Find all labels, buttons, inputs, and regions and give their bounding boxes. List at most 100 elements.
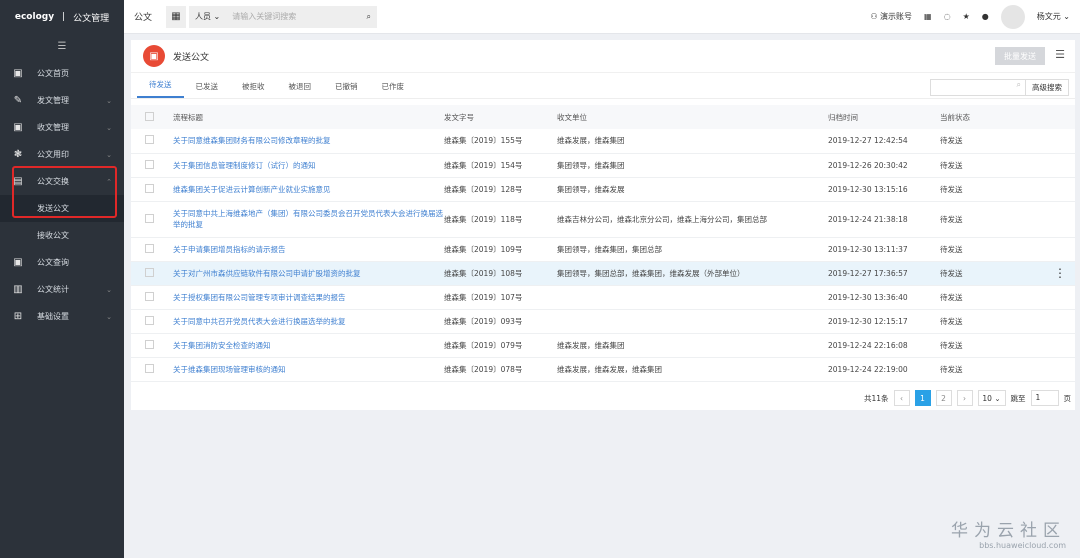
sidebar-item-label: 公文用印 <box>37 150 69 159</box>
sidebar-item[interactable]: ⊞ 基础设置 ⌄ <box>0 303 124 330</box>
row-title-link[interactable]: 维森集团关于促进云计算创新产业就业实施意见 <box>173 177 444 202</box>
table-row[interactable]: 关于维森集团现场管理审核的通知 维森集〔2019〕078号 维森发展，维森发展，… <box>131 357 1075 382</box>
advanced-search-button[interactable]: 高级搜索 <box>1026 79 1069 96</box>
module-name: 公文管理 <box>73 13 110 24</box>
refresh-icon[interactable]: ◌ <box>944 12 951 21</box>
table-row[interactable]: 维森集团关于促进云计算创新产业就业实施意见 维森集〔2019〕128号 集团领导… <box>131 177 1075 202</box>
top-title[interactable]: 公文 <box>134 10 152 23</box>
table-row[interactable]: 关于集团消防安全检查的通知 维森集〔2019〕079号 维森发展，维森集团 20… <box>131 333 1075 358</box>
table-row[interactable]: 关于申请集团增员指标的请示报告 维森集〔2019〕109号 集团领导，维森集团，… <box>131 237 1075 262</box>
search-icon[interactable]: ⌕ <box>367 12 371 22</box>
row-title-link[interactable]: 关于同意中共上海维森地产（集团）有限公司委员会召开党员代表大会进行换届选举的批复 <box>173 201 444 238</box>
search-box[interactable]: 人员 ⌄ 请输入关键词搜索 ⌕ <box>189 5 378 28</box>
page-1-button[interactable]: 1 <box>914 390 931 406</box>
row-title-link[interactable]: 关于授权集团有限公司管理专项审计调查结果的报告 <box>173 285 444 310</box>
row-status: 待发送 <box>940 333 1045 358</box>
sidebar-item[interactable]: ▣ 收文管理 ⌄ <box>0 114 124 141</box>
row-checkbox[interactable] <box>145 183 154 193</box>
sidebar-item[interactable]: ▣ 公文查询 <box>0 249 124 276</box>
document-table: 流程标题 发文字号 收文单位 归档时间 当前状态 关于同意维森集团财务有限公司修… <box>131 105 1075 382</box>
row-number: 维森集〔2019〕093号 <box>444 309 557 334</box>
col-status[interactable]: 当前状态 <box>940 105 1045 129</box>
select-all-checkbox[interactable] <box>145 111 154 121</box>
table-row[interactable]: 关于同意中共上海维森地产（集团）有限公司委员会召开党员代表大会进行换届选举的批复… <box>131 201 1075 238</box>
next-page-button[interactable]: › <box>956 390 973 406</box>
col-number[interactable]: 发文字号 <box>444 105 557 129</box>
prev-page-button[interactable]: ‹ <box>893 390 910 406</box>
row-status: 待发送 <box>940 357 1045 382</box>
row-checkbox[interactable] <box>145 339 154 349</box>
watermark-title: 华为云社区 <box>951 521 1066 541</box>
sidebar-item-label: 公文查询 <box>37 258 69 267</box>
sidebar-item[interactable]: ✎ 发文管理 ⌄ <box>0 87 124 114</box>
row-unit: 维森吉林分公司，维森北京分公司，维森上海分公司，集团总部 <box>557 201 828 238</box>
menu-icon: ❃ <box>13 149 23 160</box>
row-time: 2019-12-24 22:16:08 <box>828 333 940 358</box>
tab[interactable]: 已作废 <box>370 81 417 98</box>
row-checkbox[interactable] <box>145 135 154 145</box>
row-checkbox[interactable] <box>145 243 154 253</box>
row-checkbox[interactable] <box>145 159 154 169</box>
table-row[interactable]: 关于对广州市森供应链软件有限公司申请扩股增资的批复 维森集〔2019〕108号 … <box>131 261 1075 286</box>
table-row[interactable]: 关于授权集团有限公司管理专项审计调查结果的报告 维森集〔2019〕107号 20… <box>131 285 1075 310</box>
star-icon[interactable]: ★ <box>963 12 970 21</box>
row-checkbox[interactable] <box>145 363 154 373</box>
list-menu-icon[interactable]: ☰ <box>1055 48 1065 61</box>
row-title-link[interactable]: 关于同意维森集团财务有限公司修改章程的批复 <box>173 129 444 154</box>
col-time[interactable]: 归档时间 <box>828 105 940 129</box>
top-bar: 公文 ▦ 人员 ⌄ 请输入关键词搜索 ⌕ ⚇ 演示账号 ▦ ◌ ★ ● 杨文元 … <box>124 0 1080 34</box>
sidebar-item[interactable]: 接收公文 <box>0 222 124 249</box>
col-unit[interactable]: 收文单位 <box>557 105 828 129</box>
sidebar: ecology | 公文管理 ☰ ▣ 公文首页 ✎ 发文管理 ⌄ ▣ 收文管理 ⌄ ❃ 公文用印 ⌄ ▤… <box>0 0 124 558</box>
row-status: 待发送 <box>940 177 1045 202</box>
apps-icon[interactable]: ▦ <box>166 5 187 28</box>
col-title[interactable]: 流程标题 <box>173 105 444 129</box>
brand: ecology | 公文管理 <box>14 12 110 24</box>
table-row[interactable]: 关于集团信息管理制度修订（试行）的通知 维森集〔2019〕154号 集团领导，维… <box>131 153 1075 178</box>
row-checkbox[interactable] <box>145 267 154 277</box>
more-options-icon[interactable]: ⋮ <box>1054 266 1066 280</box>
tab[interactable]: 被拒收 <box>230 81 277 98</box>
row-title-link[interactable]: 关于申请集团增员指标的请示报告 <box>173 237 444 262</box>
search-input[interactable]: 请输入关键词搜索 <box>232 11 366 22</box>
tab[interactable]: 已发送 <box>184 81 231 98</box>
table-row[interactable]: 关于同意中共召开党员代表大会进行换届选举的批复 维森集〔2019〕093号 20… <box>131 309 1075 334</box>
sidebar-item[interactable]: ▥ 公文统计 ⌄ <box>0 276 124 303</box>
chat-icon[interactable]: ● <box>982 12 989 21</box>
row-title-link[interactable]: 关于集团消防安全检查的通知 <box>173 333 444 358</box>
quick-search-input[interactable]: ⌕ <box>930 79 1026 96</box>
row-title-link[interactable]: 关于维森集团现场管理审核的通知 <box>173 357 444 382</box>
menu-toggle-icon[interactable]: ☰ <box>0 34 124 60</box>
sidebar-item[interactable]: ▣ 公文首页 <box>0 60 124 87</box>
row-title-link[interactable]: 关于集团信息管理制度修订（试行）的通知 <box>173 153 444 178</box>
tab[interactable]: 被退回 <box>277 81 324 98</box>
table-row[interactable]: 关于同意维森集团财务有限公司修改章程的批复 维森集〔2019〕155号 维森发展… <box>131 129 1075 154</box>
page-2-button[interactable]: 2 <box>935 390 952 406</box>
row-time: 2019-12-30 13:36:40 <box>828 285 940 310</box>
menu-icon: ✎ <box>13 95 23 106</box>
row-checkbox[interactable] <box>145 213 154 223</box>
tab[interactable]: 已撤销 <box>323 81 370 98</box>
sidebar-item-label: 发文管理 <box>37 96 69 105</box>
row-unit: 维森发展，维森集团 <box>557 333 828 358</box>
demo-account[interactable]: ⚇ 演示账号 <box>870 11 912 22</box>
goto-page-input[interactable]: 1 <box>1030 390 1059 406</box>
sidebar-item[interactable]: ❃ 公文用印 ⌄ <box>0 141 124 168</box>
qrcode-icon[interactable]: ▦ <box>924 12 932 21</box>
row-unit: 维森发展，维森集团 <box>557 129 828 154</box>
row-time: 2019-12-27 12:42:54 <box>828 129 940 154</box>
tab[interactable]: 待发送 <box>137 79 184 98</box>
row-title-link[interactable]: 关于对广州市森供应链软件有限公司申请扩股增资的批复 <box>173 261 444 286</box>
search-scope-select[interactable]: 人员 ⌄ <box>195 11 220 22</box>
avatar[interactable] <box>1000 4 1025 29</box>
page-size-select[interactable]: 10 ⌄ <box>977 390 1006 406</box>
row-checkbox[interactable] <box>145 291 154 301</box>
row-time: 2019-12-26 20:30:42 <box>828 153 940 178</box>
sidebar-item-label: 公文统计 <box>37 285 69 294</box>
page-title: 发送公文 <box>173 52 210 63</box>
user-menu[interactable]: 杨文元 ⌄ <box>1037 11 1070 22</box>
sidebar-item-label: 公文首页 <box>37 69 69 78</box>
batch-send-button[interactable]: 批量发送 <box>995 47 1045 65</box>
row-title-link[interactable]: 关于同意中共召开党员代表大会进行换届选举的批复 <box>173 309 444 334</box>
row-checkbox[interactable] <box>145 315 154 325</box>
